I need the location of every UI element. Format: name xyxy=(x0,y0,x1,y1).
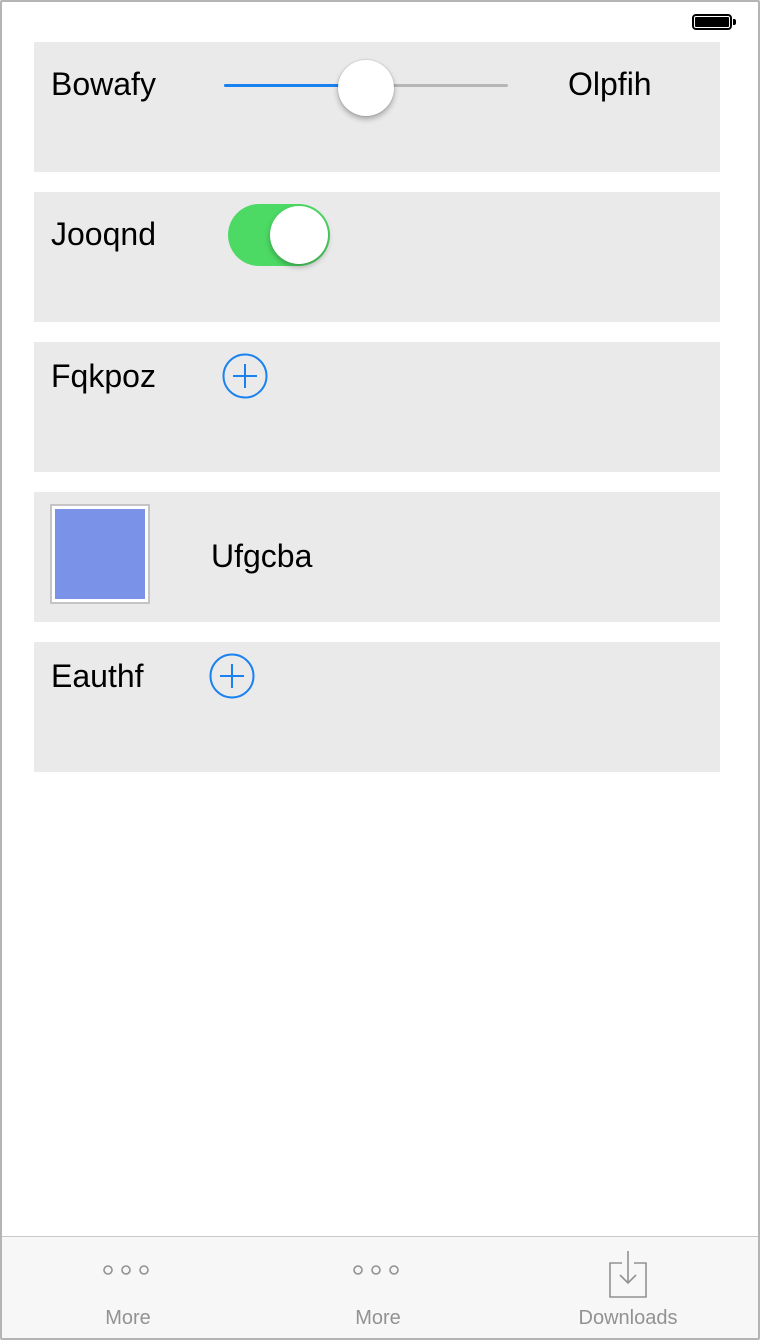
app-screen: Bowafy Olpfih Jooqnd Fqkpoz Ufgcba Eauth… xyxy=(0,0,760,1340)
color-row: Ufgcba xyxy=(34,492,720,622)
battery-icon xyxy=(692,14,736,34)
bowafy-slider[interactable] xyxy=(224,60,508,116)
color-swatch-fill xyxy=(55,509,145,599)
add-row-label: Eauthf xyxy=(51,658,144,694)
tab-downloads[interactable]: Downloads xyxy=(502,1237,754,1338)
add-row-eauthf: Eauthf xyxy=(34,642,720,772)
slider-label: Bowafy xyxy=(51,66,156,102)
plus-circle-icon[interactable] xyxy=(209,653,255,699)
more-dots-icon xyxy=(103,1265,149,1275)
slider-row: Bowafy Olpfih xyxy=(34,42,720,172)
tab-more-2[interactable]: More xyxy=(252,1237,504,1338)
color-swatch[interactable] xyxy=(50,504,150,604)
tab-more-1[interactable]: More xyxy=(2,1237,254,1338)
slider-thumb[interactable] xyxy=(338,60,394,116)
downloads-icon xyxy=(609,1251,647,1298)
tab-label: More xyxy=(355,1307,401,1329)
color-row-label: Ufgcba xyxy=(211,538,313,574)
plus-circle-icon[interactable] xyxy=(222,353,268,399)
tab-label: Downloads xyxy=(578,1307,678,1329)
tab-label: More xyxy=(105,1307,151,1329)
tab-bar: More More Downloads xyxy=(2,1236,758,1338)
more-dots-icon xyxy=(353,1265,399,1275)
toggle-label: Jooqnd xyxy=(51,216,156,252)
toggle-row: Jooqnd xyxy=(34,192,720,322)
add-row-fqkpoz: Fqkpoz xyxy=(34,342,720,472)
slider-value-label: Olpfih xyxy=(568,66,652,102)
jooqnd-toggle[interactable] xyxy=(228,204,330,266)
toggle-knob xyxy=(270,206,328,264)
add-row-label: Fqkpoz xyxy=(51,358,156,394)
